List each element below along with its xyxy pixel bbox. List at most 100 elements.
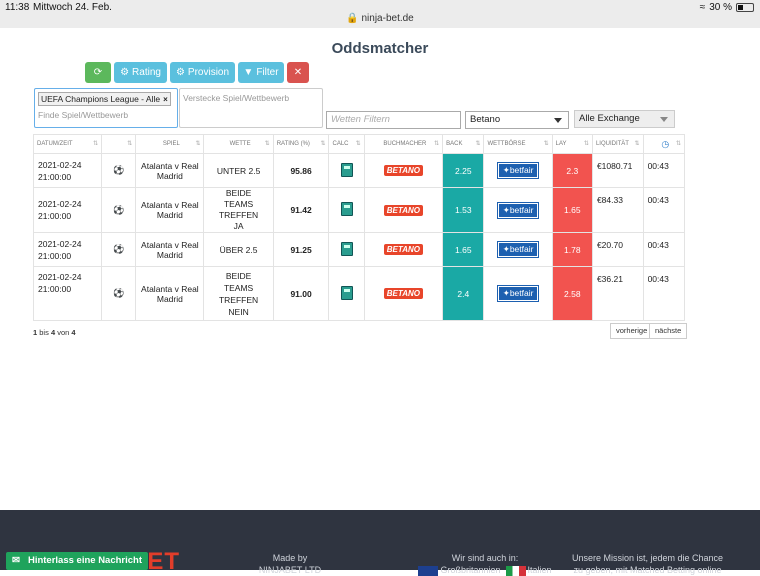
- date-cell: 2021-02-24 21:00:00: [32, 187, 103, 233]
- chevron-down-icon: [554, 118, 562, 123]
- status-right: ≈ 30 %: [700, 2, 754, 13]
- leave-message-button[interactable]: ✉ Hinterlass eine Nachricht: [6, 552, 149, 570]
- wifi-icon: ≈: [699, 2, 706, 13]
- col-header-sport[interactable]: ⇅: [101, 134, 137, 154]
- refresh-icon: ⟳: [93, 67, 103, 78]
- sport-cell: ⚽: [101, 153, 137, 188]
- col-header-rating[interactable]: RATING (%) ⇅: [272, 134, 330, 154]
- funnel-icon: ▼: [243, 67, 254, 78]
- page-title: Oddsmatcher: [331, 40, 429, 57]
- gears-icon: ⚙: [120, 67, 130, 78]
- betano-logo[interactable]: BETANO: [383, 165, 423, 176]
- col-header-back[interactable]: BACK ⇅: [442, 134, 485, 154]
- sport-cell: ⚽: [101, 266, 137, 321]
- football-icon: ⚽: [113, 288, 125, 298]
- filter-button[interactable]: ▼ Filter: [238, 62, 284, 83]
- sort-icon: ⇅: [634, 141, 640, 147]
- bookmaker-cell: BETANO: [363, 187, 444, 233]
- col-header-lay[interactable]: LAY ⇅: [551, 134, 593, 154]
- italy-flag-icon: [505, 565, 526, 576]
- bet-cell: UNTER 2.5: [203, 153, 274, 188]
- bet-cell: BEIDE TEAMS TREFFEN JA: [203, 187, 274, 233]
- competition-tag-label: UEFA Champions League - Alle: [41, 94, 161, 104]
- col-header-calc[interactable]: CALC ⇅: [328, 134, 365, 154]
- game-cell: Atalanta v Real Madrid: [135, 266, 205, 321]
- table-row[interactable]: 2021-02-24 21:00:00 ⚽ Atalanta v Real Mad…: [32, 266, 686, 321]
- sort-icon: ⇅: [355, 141, 361, 147]
- rating-button-label: Rating: [132, 67, 161, 78]
- bets-filter-input[interactable]: Wetten Filtern: [326, 111, 461, 129]
- betano-logo[interactable]: BETANO: [383, 244, 423, 255]
- col-header-label: BACK: [446, 141, 463, 147]
- status-bar: 11:38 Mittwoch 24. Feb. 🔒 ninja-bet.de ≈…: [0, 0, 760, 28]
- italy-link[interactable]: Italien: [505, 565, 552, 576]
- col-header-label: RATING (%): [276, 141, 310, 147]
- col-header-liquidity[interactable]: LIQUIDITÄT ⇅: [591, 134, 644, 154]
- col-header-label: WETTE: [229, 141, 251, 147]
- betfair-logo[interactable]: ✦betfair: [496, 162, 540, 179]
- rating-cell: 91.42: [272, 187, 330, 233]
- clock-icon: ◷: [661, 138, 670, 149]
- provision-button[interactable]: ⚙ Provision: [170, 62, 235, 83]
- company-name: NINJABET LTD: [258, 565, 322, 575]
- col-header-date[interactable]: DATUM/ZEIT ⇅: [32, 134, 103, 154]
- col-header-bookmaker[interactable]: BUCHMACHER ⇅: [363, 134, 444, 154]
- hide-game-filter[interactable]: Verstecke Spiel/Wettbewerb: [179, 88, 323, 128]
- table-row[interactable]: 2021-02-24 21:00:00 ⚽ Atalanta v Real Mad…: [32, 232, 686, 267]
- find-game-placeholder[interactable]: Finde Spiel/Wettbewerb: [38, 110, 128, 120]
- betano-logo[interactable]: BETANO: [383, 288, 423, 299]
- col-header-exchange[interactable]: WETTBÖRSE ⇅: [483, 134, 553, 154]
- uk-flag-icon: [418, 565, 439, 576]
- football-icon: ⚽: [113, 244, 125, 254]
- calculator-icon[interactable]: [340, 202, 353, 216]
- col-header-label: WETTBÖRSE: [487, 141, 526, 147]
- rating-cell: 91.25: [272, 232, 330, 267]
- lay-odds-cell: 1.78: [551, 232, 593, 267]
- exchange-select[interactable]: Alle Exchange: [574, 110, 675, 128]
- betfair-logo-text: betfair: [509, 204, 534, 215]
- remove-tag-icon[interactable]: ×: [163, 95, 168, 104]
- bookmaker-cell: BETANO: [363, 232, 444, 267]
- sport-cell: ⚽: [101, 232, 137, 267]
- calculator-icon[interactable]: [340, 285, 353, 300]
- time-text: 21:00:00: [38, 250, 72, 261]
- col-header-countdown[interactable]: ◷ ⇅: [642, 134, 686, 154]
- bookmaker-select[interactable]: Betano: [465, 111, 569, 129]
- game-cell: Atalanta v Real Madrid: [135, 232, 205, 267]
- countdown-cell: 00:43: [642, 232, 686, 267]
- countdown-cell: 00:43: [642, 187, 686, 233]
- col-header-bet[interactable]: WETTE ⇅: [203, 134, 274, 154]
- bookmaker-select-value: Betano: [470, 114, 501, 125]
- betfair-logo[interactable]: ✦betfair: [496, 285, 540, 302]
- sort-icon: ⇅: [543, 141, 549, 147]
- next-page-button[interactable]: nächste: [649, 323, 688, 339]
- rating-button[interactable]: ⚙ Rating: [114, 62, 167, 83]
- pager-total: 4: [71, 328, 76, 337]
- previous-page-button[interactable]: vorherige: [610, 323, 654, 339]
- pager-mid: bis: [37, 328, 51, 337]
- other-countries: Wir sind auch in: Großbritannien Italien: [400, 552, 570, 576]
- calculator-icon[interactable]: [340, 162, 353, 177]
- calculator-icon[interactable]: [340, 241, 353, 256]
- refresh-button[interactable]: ⟳: [85, 62, 111, 83]
- table-row[interactable]: 2021-02-24 21:00:00 ⚽ Atalanta v Real Mad…: [32, 153, 686, 188]
- date-text: 2021-02-24: [38, 159, 82, 170]
- clear-button[interactable]: ✕: [287, 62, 309, 83]
- betfair-logo[interactable]: ✦betfair: [496, 201, 540, 219]
- date-text: 2021-02-24: [38, 199, 82, 209]
- uk-link[interactable]: Großbritannien: [418, 565, 500, 576]
- bookmaker-cell: BETANO: [363, 153, 444, 188]
- competition-filter[interactable]: UEFA Champions League - Alle × Finde Spie…: [34, 88, 178, 128]
- provision-button-label: Provision: [187, 67, 230, 78]
- liquidity-cell: €84.33: [591, 187, 644, 233]
- lay-odds-cell: 2.58: [551, 266, 593, 321]
- gears-icon: ⚙: [175, 67, 185, 78]
- betano-logo[interactable]: BETANO: [383, 204, 423, 216]
- col-header-game[interactable]: SPIEL ⇅: [135, 134, 205, 154]
- sort-icon: ⇅: [195, 141, 201, 147]
- sort-icon: ⇅: [264, 141, 270, 147]
- betfair-logo[interactable]: ✦betfair: [496, 241, 540, 258]
- address-bar[interactable]: 🔒 ninja-bet.de: [0, 13, 760, 24]
- mission-line-2: zu geben, mit Matched Betting online: [573, 565, 722, 575]
- table-row[interactable]: 2021-02-24 21:00:00 ⚽ Atalanta v Real Mad…: [32, 187, 686, 233]
